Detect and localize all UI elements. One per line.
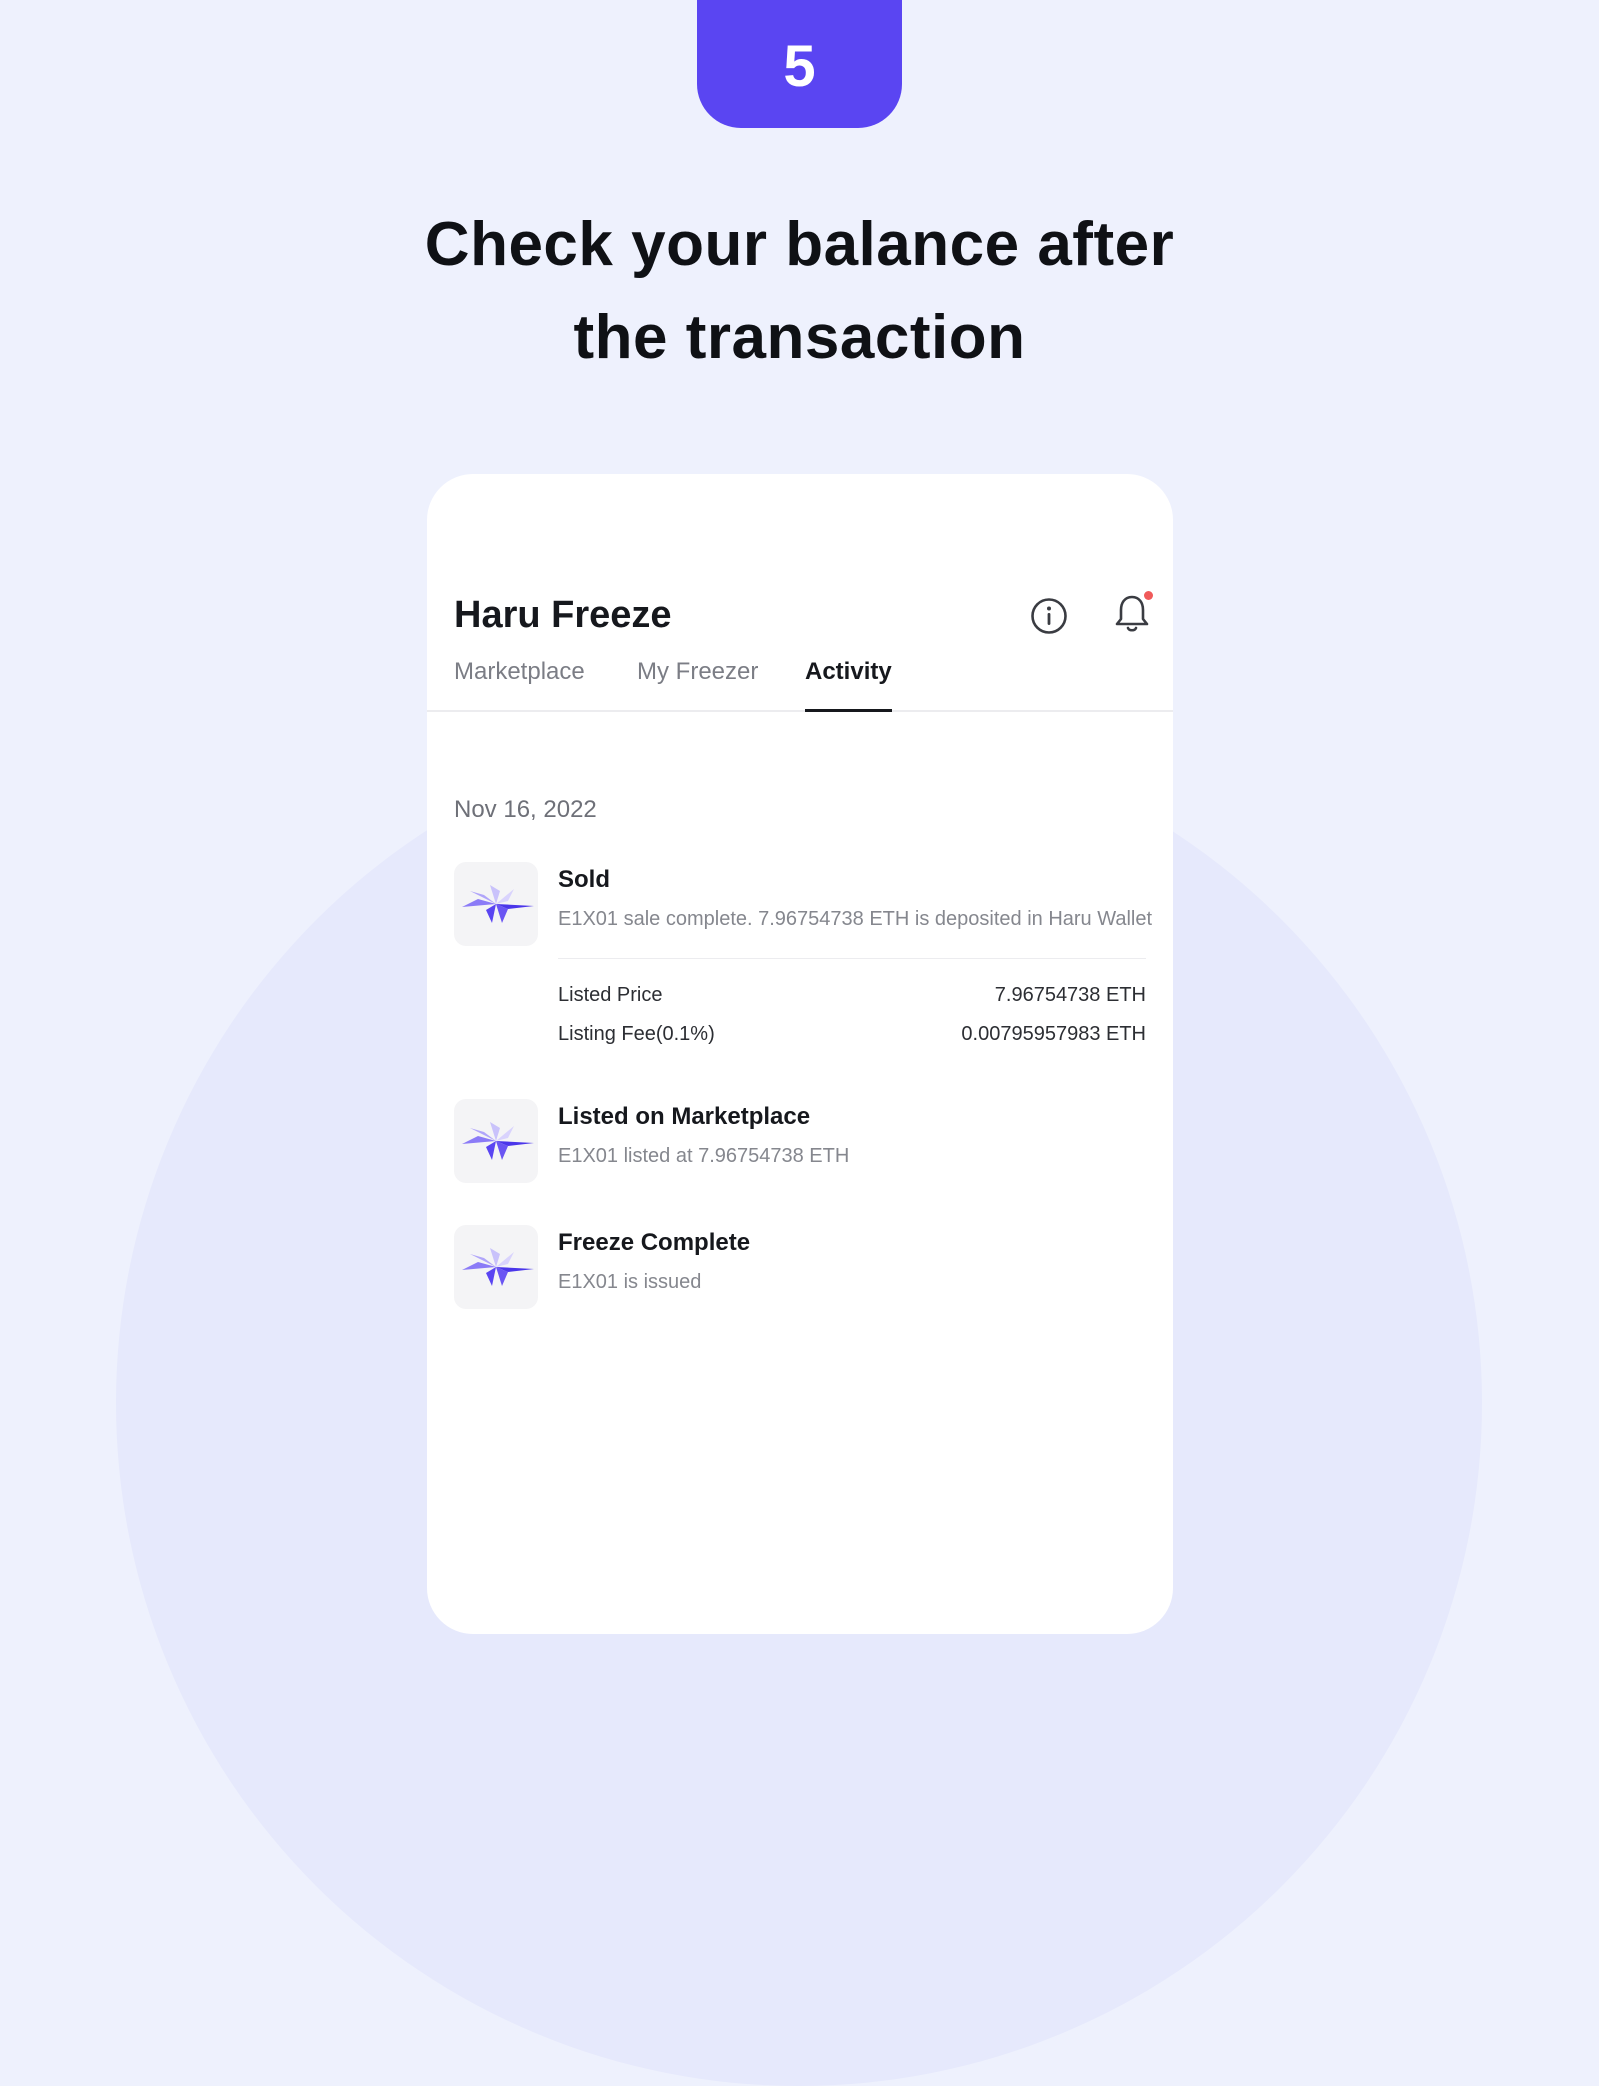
notifications-button[interactable]	[1111, 591, 1153, 633]
tab-marketplace[interactable]: Marketplace	[454, 652, 585, 710]
detail-row-listing-fee: Listing Fee(0.1%) 0.00795957983 ETH	[558, 1023, 1146, 1046]
info-icon	[1031, 598, 1067, 634]
notification-dot	[1144, 591, 1153, 600]
headline-line-1: Check your balance after	[424, 210, 1175, 279]
info-button[interactable]	[1028, 595, 1070, 637]
activity-item-sold[interactable]: Sold E1X01 sale complete. 7.96754738 ETH…	[454, 862, 1154, 952]
detail-value: 0.00795957983 ETH	[961, 1023, 1146, 1045]
divider	[558, 958, 1146, 959]
item-title: Sold	[558, 866, 610, 893]
activity-item-listed[interactable]: Listed on Marketplace E1X01 listed at 7.…	[454, 1099, 1154, 1189]
detail-label: Listed Price	[558, 984, 663, 1006]
app-title: Haru Freeze	[454, 594, 672, 636]
item-description: E1X01 listed at 7.96754738 ETH	[558, 1145, 850, 1167]
item-thumbnail	[454, 1225, 538, 1309]
item-description: E1X01 is issued	[558, 1271, 702, 1293]
phone-screen: Haru Freeze Marketplace My Freezer Activ…	[427, 474, 1173, 1634]
detail-label: Listing Fee(0.1%)	[558, 1023, 715, 1045]
tab-bar: Marketplace My Freezer Activity	[427, 652, 1173, 712]
item-title: Freeze Complete	[558, 1229, 751, 1256]
haru-freeze-logo-icon	[462, 1248, 534, 1286]
item-title: Listed on Marketplace	[558, 1103, 811, 1130]
detail-row-listed-price: Listed Price 7.96754738 ETH	[558, 984, 1146, 1007]
tab-my-freezer[interactable]: My Freezer	[637, 652, 758, 710]
haru-freeze-logo-icon	[462, 885, 534, 923]
step-number: 5	[783, 33, 816, 99]
haru-freeze-logo-icon	[462, 1122, 534, 1160]
detail-value: 7.96754738 ETH	[994, 984, 1146, 1006]
item-thumbnail	[454, 1099, 538, 1183]
activity-date: Nov 16, 2022	[454, 796, 597, 823]
activity-item-freeze-complete[interactable]: Freeze Complete E1X01 is issued	[454, 1225, 1154, 1315]
headline: Check your balance after the transaction	[0, 198, 1599, 384]
item-description: E1X01 sale complete. 7.96754738 ETH is d…	[558, 908, 1153, 930]
tab-activity[interactable]: Activity	[805, 652, 892, 712]
step-badge: 5	[697, 0, 902, 128]
item-thumbnail	[454, 862, 538, 946]
headline-line-2: the transaction	[573, 303, 1026, 372]
